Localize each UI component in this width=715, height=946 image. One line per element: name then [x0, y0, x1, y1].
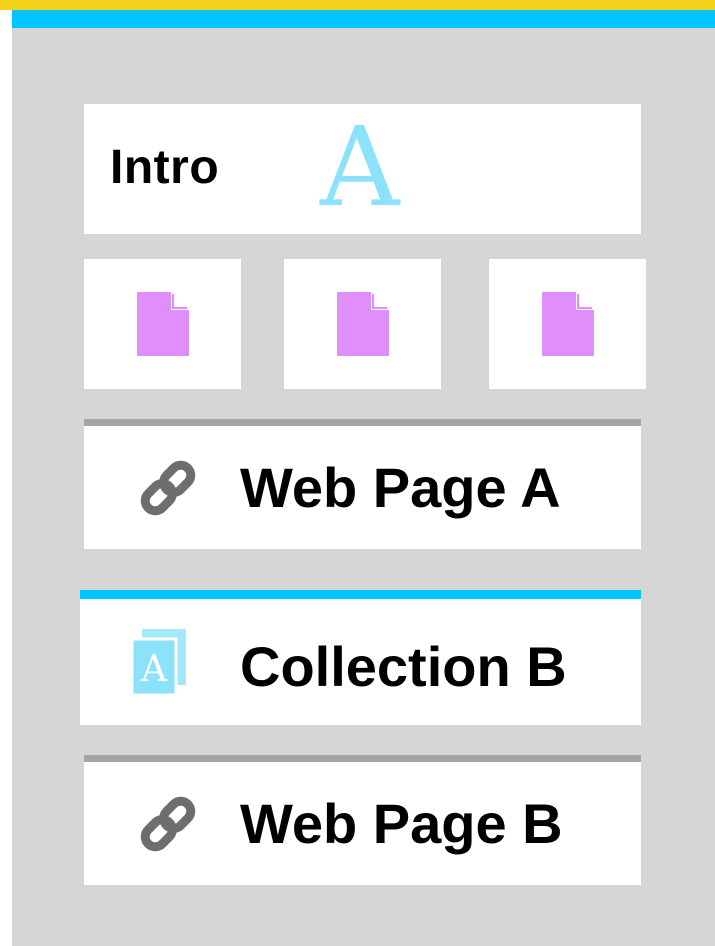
web-page-a-card[interactable]: Web Page A	[84, 419, 641, 549]
document-icon	[137, 292, 189, 356]
document-icon	[337, 292, 389, 356]
content-panel: Intro A Web Page A A Collection B Web Pa…	[12, 10, 715, 946]
link-icon	[140, 460, 196, 516]
yellow-edge	[0, 0, 715, 10]
document-icon	[542, 292, 594, 356]
collection-b-card[interactable]: A Collection B	[80, 590, 641, 725]
collection-icon: A	[130, 629, 186, 695]
document-card[interactable]	[284, 259, 441, 389]
link-icon	[140, 796, 196, 852]
document-card[interactable]	[84, 259, 241, 389]
page: Intro A Web Page A A Collection B Web Pa…	[0, 0, 715, 946]
document-card[interactable]	[489, 259, 646, 389]
web-page-a-label: Web Page A	[240, 456, 561, 519]
intro-label: Intro	[110, 141, 220, 194]
collection-b-label: Collection B	[240, 635, 567, 698]
web-page-b-label: Web Page B	[240, 792, 563, 855]
intro-card[interactable]: Intro A	[84, 104, 641, 234]
web-page-b-card[interactable]: Web Page B	[84, 755, 641, 885]
text-letter-icon: A	[320, 103, 400, 231]
collection-icon-letter: A	[140, 649, 168, 690]
